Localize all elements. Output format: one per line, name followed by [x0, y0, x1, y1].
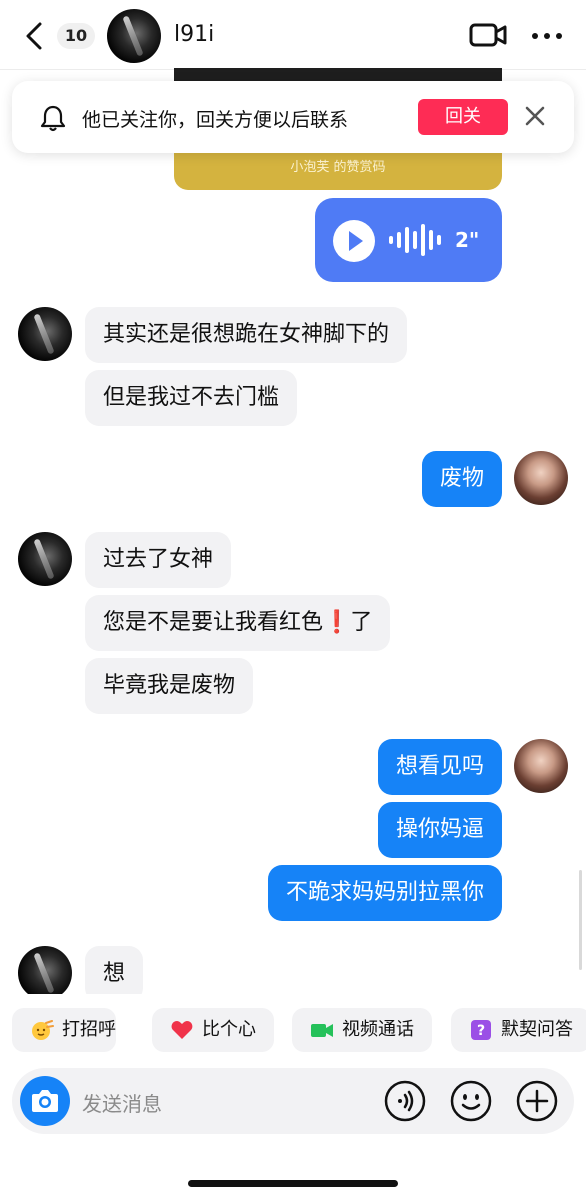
video-camera-icon: [311, 1024, 333, 1037]
quick-reply-label: 打招呼: [62, 1019, 116, 1040]
message-bubble-outgoing[interactable]: 操你妈逼: [377, 802, 502, 858]
contact-avatar-small[interactable]: [18, 307, 72, 361]
message-bubble-incoming[interactable]: 其实还是很想跪在女神脚下的: [85, 307, 408, 363]
voice-input-icon[interactable]: [384, 1080, 426, 1122]
message-bubble-outgoing[interactable]: 废物: [421, 451, 502, 507]
video-call-icon[interactable]: [468, 20, 508, 50]
message-input[interactable]: 发送消息: [82, 1088, 162, 1117]
message-text: 了: [350, 610, 373, 635]
audio-wave-icon: [389, 224, 441, 256]
question-icon: ?: [471, 1020, 491, 1040]
message-bubble-incoming[interactable]: 毕竟我是废物: [85, 658, 254, 714]
quick-reply-label: 默契问答: [501, 1019, 573, 1040]
exclamation-emoji-icon: ❗: [323, 610, 351, 635]
message-bubble-incoming[interactable]: 过去了女神: [85, 532, 232, 588]
bell-icon: [40, 105, 66, 132]
message-bubble-outgoing[interactable]: 想看见吗: [377, 739, 502, 795]
wave-emoji-icon: [32, 1020, 54, 1040]
contact-avatar[interactable]: [107, 9, 161, 63]
reward-code-caption: 小泡芙 的赞赏码: [290, 160, 386, 175]
contact-avatar-small[interactable]: [18, 532, 72, 586]
message-text: 您是不是要让我看红色: [103, 610, 324, 635]
chat-header: 10 l91i: [0, 0, 586, 70]
message-input-bar: 发送消息: [12, 1068, 574, 1134]
quick-reply-bar: 打招呼 比个心 视频通话 ? 默契问答: [0, 994, 586, 1064]
back-arrow-icon[interactable]: [20, 20, 50, 52]
home-indicator[interactable]: [188, 1180, 398, 1187]
contact-name[interactable]: l91i: [174, 22, 214, 47]
my-avatar[interactable]: [514, 451, 568, 505]
voice-message-bubble[interactable]: 2": [315, 198, 502, 282]
camera-icon: [32, 1090, 58, 1112]
quick-reply-label: 视频通话: [342, 1019, 414, 1040]
camera-button[interactable]: [20, 1076, 70, 1126]
message-bubble-incoming[interactable]: 但是我过不去门槛: [85, 370, 298, 426]
message-bubble-incoming[interactable]: 您是不是要让我看红色❗了: [85, 595, 391, 651]
follow-banner-text: 他已关注你，回关方便以后联系: [82, 109, 349, 131]
message-bubble-outgoing[interactable]: 不跪求妈妈别拉黑你: [267, 865, 502, 921]
follow-back-button[interactable]: 回关: [418, 99, 508, 135]
emoji-icon[interactable]: [450, 1080, 492, 1122]
svg-text:?: ?: [477, 1023, 485, 1039]
quick-reply-label: 比个心: [202, 1019, 256, 1040]
quick-reply-chip[interactable]: 视频通话: [292, 1008, 432, 1052]
follow-back-banner: 他已关注你，回关方便以后联系 回关: [12, 81, 574, 153]
quick-reply-chip[interactable]: 比个心: [152, 1008, 274, 1052]
quick-reply-chip[interactable]: 打招呼: [12, 1008, 116, 1052]
heart-icon: [171, 1021, 193, 1039]
unread-count-badge[interactable]: 10: [57, 23, 95, 49]
plus-icon[interactable]: [516, 1080, 558, 1122]
scrollbar[interactable]: [579, 870, 582, 970]
play-icon[interactable]: [333, 220, 375, 262]
quick-reply-chip[interactable]: ? 默契问答: [451, 1008, 586, 1052]
contact-avatar-small[interactable]: [18, 946, 72, 1000]
close-icon[interactable]: [524, 105, 546, 127]
more-options-icon[interactable]: [530, 24, 564, 48]
voice-duration: 2": [455, 228, 480, 252]
my-avatar[interactable]: [514, 739, 568, 793]
